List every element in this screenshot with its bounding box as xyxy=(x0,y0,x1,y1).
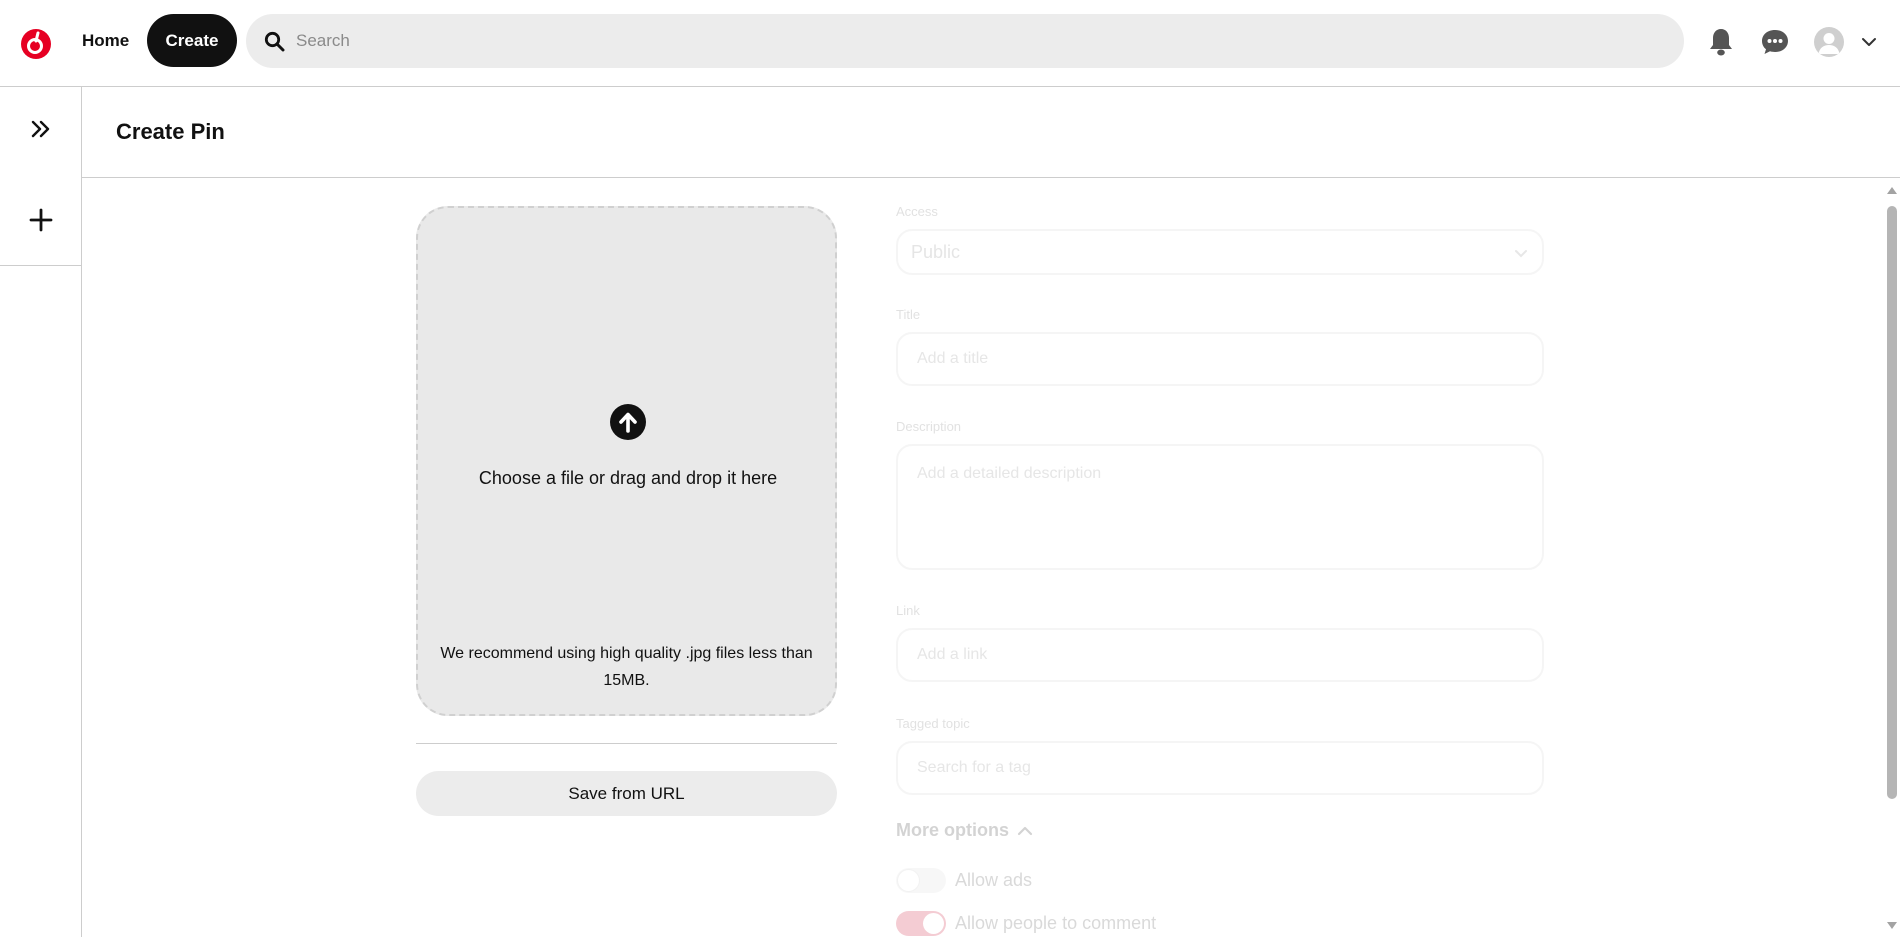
brand-logo-icon[interactable] xyxy=(20,28,52,60)
description-field[interactable]: Add a detailed description xyxy=(896,444,1544,570)
save-from-url-button[interactable]: Save from URL xyxy=(416,771,837,816)
plus-icon[interactable] xyxy=(18,197,64,243)
chat-bubble-icon[interactable] xyxy=(1757,25,1793,59)
allow-comments-row: Allow people to comment xyxy=(896,911,1156,936)
upload-divider xyxy=(416,743,837,744)
access-value: Public xyxy=(911,241,961,262)
nav-home-link[interactable]: Home xyxy=(69,14,142,67)
search-input[interactable] xyxy=(296,31,1676,51)
scrollbar-thumb[interactable] xyxy=(1887,206,1897,799)
access-label: Access xyxy=(896,204,938,219)
more-options-toggle[interactable]: More options xyxy=(896,820,1033,841)
avatar[interactable] xyxy=(1814,27,1844,57)
title-label: Title xyxy=(896,307,921,322)
title-placeholder: Add a title xyxy=(917,350,989,367)
vertical-scrollbar[interactable] xyxy=(1884,178,1900,937)
link-field[interactable]: Add a link xyxy=(896,628,1544,682)
chevron-down-icon[interactable] xyxy=(1858,32,1880,52)
upload-hint: We recommend using high quality .jpg fil… xyxy=(440,645,813,689)
more-options-label: More options xyxy=(896,820,1009,840)
page-title: Create Pin xyxy=(116,119,225,144)
nav-create-button[interactable]: Create xyxy=(147,14,237,67)
title-field[interactable]: Add a title xyxy=(896,332,1544,386)
link-placeholder: Add a link xyxy=(917,646,988,663)
top-nav: Home Create xyxy=(0,0,1900,87)
tagged-topic-label: Tagged topic xyxy=(896,716,970,731)
tagged-topic-placeholder: Search for a tag xyxy=(917,759,1031,776)
search-icon xyxy=(264,31,285,52)
chevron-up-icon xyxy=(1017,823,1033,839)
scroll-down-arrow-icon[interactable] xyxy=(1887,922,1897,929)
left-rail xyxy=(0,87,82,937)
allow-ads-row: Allow ads xyxy=(896,868,1032,893)
link-label: Link xyxy=(896,603,920,618)
allow-comments-label: Allow people to comment xyxy=(955,913,1157,933)
allow-ads-toggle[interactable] xyxy=(896,868,946,893)
tagged-topic-field[interactable]: Search for a tag xyxy=(896,741,1544,795)
allow-ads-label: Allow ads xyxy=(955,870,1033,890)
search-bar[interactable] xyxy=(246,14,1684,68)
upload-arrow-icon xyxy=(610,404,646,440)
access-select[interactable]: Public xyxy=(896,229,1544,275)
description-placeholder: Add a detailed description xyxy=(917,465,1102,482)
chevron-down-icon xyxy=(1514,246,1528,260)
page-header: Create Pin xyxy=(82,87,1900,178)
allow-comments-toggle[interactable] xyxy=(896,911,946,936)
upload-dropzone[interactable]: Choose a file or drag and drop it here W… xyxy=(416,206,837,716)
upload-instructions: Choose a file or drag and drop it here xyxy=(478,468,778,488)
app: Home Create Search Create Pin Choose a f… xyxy=(0,0,1900,937)
rail-divider xyxy=(0,265,82,266)
double-chevron-right-icon[interactable] xyxy=(18,106,64,152)
scroll-up-arrow-icon[interactable] xyxy=(1887,187,1897,194)
description-label: Description xyxy=(896,419,962,434)
bell-icon[interactable] xyxy=(1704,25,1738,59)
